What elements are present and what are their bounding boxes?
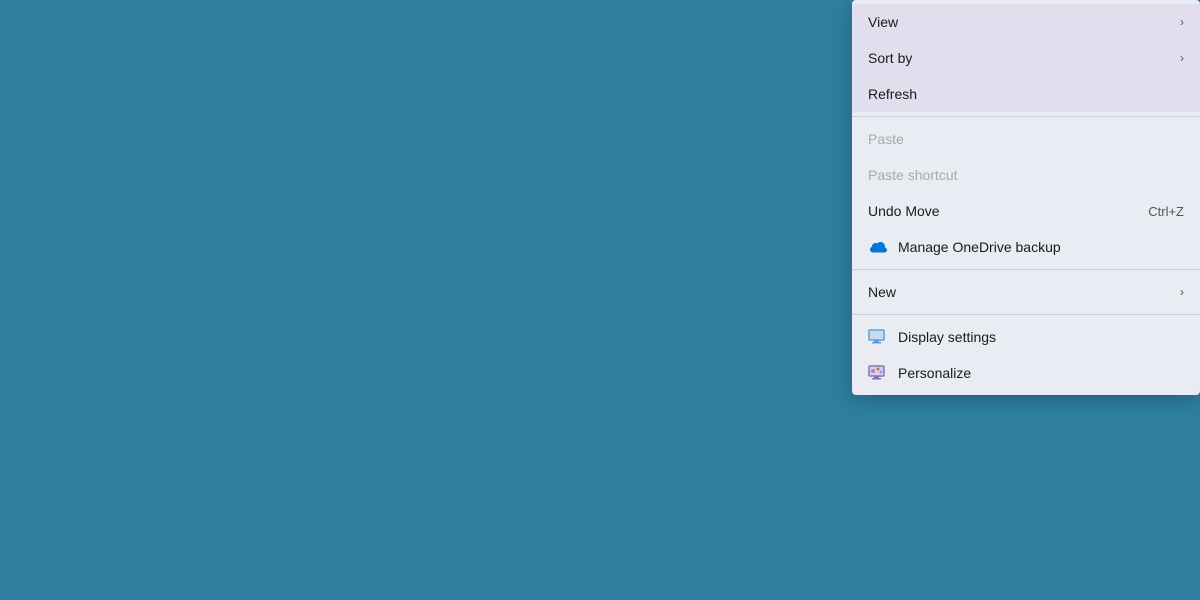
menu-item-refresh-label: Refresh [868, 86, 1184, 102]
onedrive-icon [868, 237, 888, 257]
menu-item-undo-move[interactable]: Undo Move Ctrl+Z [852, 193, 1200, 229]
chevron-right-icon: › [1180, 285, 1184, 299]
menu-item-personalize[interactable]: Personalize [852, 355, 1200, 391]
menu-item-onedrive[interactable]: Manage OneDrive backup [852, 229, 1200, 265]
menu-item-display-settings[interactable]: Display settings [852, 319, 1200, 355]
separator-3 [852, 314, 1200, 315]
menu-item-paste-shortcut-label: Paste shortcut [868, 167, 1184, 183]
menu-item-paste-shortcut: Paste shortcut [852, 157, 1200, 193]
menu-item-view[interactable]: View › [852, 4, 1200, 40]
menu-item-paste: Paste [852, 121, 1200, 157]
menu-item-new-label: New [868, 284, 1172, 300]
menu-item-onedrive-label: Manage OneDrive backup [898, 239, 1184, 255]
chevron-right-icon: › [1180, 15, 1184, 29]
context-menu: View › Sort by › Refresh Paste Paste sho… [852, 0, 1200, 395]
display-settings-icon [868, 327, 888, 347]
menu-item-refresh[interactable]: Refresh [852, 76, 1200, 112]
chevron-right-icon: › [1180, 51, 1184, 65]
menu-item-view-label: View [868, 14, 1172, 30]
personalize-icon [868, 363, 888, 383]
menu-item-sort-by-label: Sort by [868, 50, 1172, 66]
menu-item-display-settings-label: Display settings [898, 329, 1184, 345]
separator-1 [852, 116, 1200, 117]
menu-item-undo-move-label: Undo Move [868, 203, 1128, 219]
menu-item-sort-by[interactable]: Sort by › [852, 40, 1200, 76]
separator-2 [852, 269, 1200, 270]
menu-item-new[interactable]: New › [852, 274, 1200, 310]
menu-item-paste-label: Paste [868, 131, 1184, 147]
menu-item-personalize-label: Personalize [898, 365, 1184, 381]
menu-item-undo-move-shortcut: Ctrl+Z [1148, 204, 1184, 219]
